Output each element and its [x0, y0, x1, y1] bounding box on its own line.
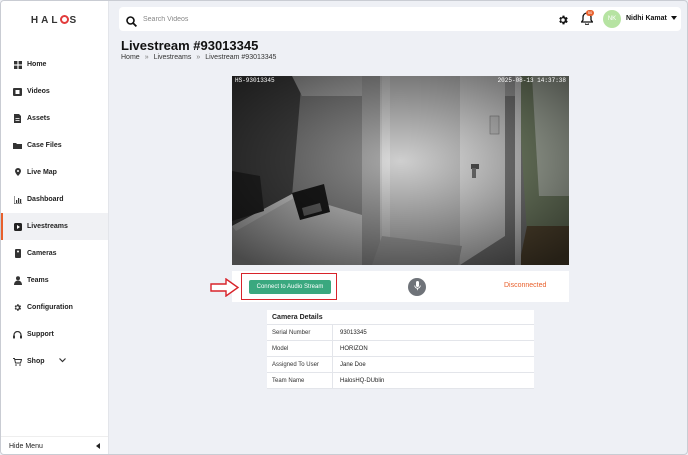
- livestream-video[interactable]: HS-93013345 2025-08-13 14:37:38: [232, 76, 569, 265]
- sidebar-item-label: Videos: [27, 88, 50, 95]
- sidebar-item-shop[interactable]: Shop: [1, 348, 108, 375]
- sidebar-item-configuration[interactable]: Configuration: [1, 294, 108, 321]
- camera-feed-image: [232, 76, 569, 265]
- sidebar-item-dashboard[interactable]: Dashboard: [1, 186, 108, 213]
- hide-menu-button[interactable]: Hide Menu: [1, 436, 108, 454]
- sidebar-item-label: Support: [27, 331, 54, 338]
- detail-key: Model: [267, 341, 333, 356]
- location-icon: [13, 168, 22, 177]
- sidebar-item-label: Configuration: [27, 304, 73, 311]
- notification-count-badge: 50: [586, 10, 594, 16]
- detail-value: Jane Doe: [340, 361, 366, 368]
- sidebar-item-label: Dashboard: [27, 196, 64, 203]
- sidebar-item-videos[interactable]: Videos: [1, 78, 108, 105]
- sidebar-item-live-map[interactable]: Live Map: [1, 159, 108, 186]
- sidebar-item-label: Shop: [27, 358, 45, 365]
- sidebar-item-support[interactable]: Support: [1, 321, 108, 348]
- user-name[interactable]: Nidhi Kamat: [626, 15, 667, 22]
- person-icon: [13, 276, 22, 285]
- connection-status: Disconnected: [504, 282, 547, 289]
- camera-icon: [13, 249, 22, 258]
- detail-key: Serial Number: [267, 325, 333, 340]
- sidebar-item-label: Live Map: [27, 169, 57, 176]
- highlight-box: [241, 273, 337, 300]
- annotation-arrow-icon: [210, 277, 240, 298]
- table-row: Team Name HalosHQ-DUblin: [267, 373, 534, 389]
- chevron-down-icon[interactable]: [58, 358, 66, 365]
- document-icon: [13, 114, 22, 123]
- breadcrumb-separator: »: [196, 54, 201, 61]
- app-window: HAL S Home Videos Assets Case Files Live …: [0, 0, 688, 455]
- sidebar-item-label: Case Files: [27, 142, 62, 149]
- breadcrumb-separator: »: [144, 54, 149, 61]
- sidebar-item-cameras[interactable]: Cameras: [1, 240, 108, 267]
- detail-key: Team Name: [267, 373, 333, 388]
- settings-gear-icon[interactable]: [557, 13, 569, 25]
- sidebar-item-label: Cameras: [27, 250, 57, 257]
- detail-value: 93013345: [340, 329, 367, 336]
- sidebar-item-label: Livestreams: [27, 223, 68, 230]
- avatar[interactable]: NK: [603, 10, 621, 28]
- camera-details-heading: Camera Details: [267, 310, 534, 325]
- play-icon: [13, 222, 22, 231]
- table-row: Model HORIZON: [267, 341, 534, 357]
- camera-id-overlay: HS-93013345: [235, 77, 275, 84]
- top-bar: 50 NK Nidhi Kamat: [119, 7, 681, 31]
- gear-icon: [13, 303, 22, 312]
- timestamp-overlay: 2025-08-13 14:37:38: [497, 77, 566, 84]
- user-menu-caret-icon[interactable]: [671, 15, 677, 22]
- sidebar-item-case-files[interactable]: Case Files: [1, 132, 108, 159]
- breadcrumb-current: Livestream #93013345: [205, 54, 277, 61]
- sidebar: HAL S Home Videos Assets Case Files Live …: [1, 1, 109, 454]
- headset-icon: [13, 330, 22, 339]
- caret-left-icon: [96, 442, 100, 451]
- search-input[interactable]: [143, 15, 483, 23]
- detail-value: HORIZON: [340, 345, 368, 352]
- sidebar-item-livestreams[interactable]: Livestreams: [1, 213, 108, 240]
- hide-menu-label: Hide Menu: [9, 443, 43, 450]
- search-icon[interactable]: [126, 14, 138, 27]
- sidebar-item-teams[interactable]: Teams: [1, 267, 108, 294]
- sidebar-nav: Home Videos Assets Case Files Live Map D…: [1, 51, 108, 375]
- camera-details-card: Camera Details Serial Number 93013345 Mo…: [267, 310, 534, 389]
- sidebar-item-home[interactable]: Home: [1, 51, 108, 78]
- table-row: Serial Number 93013345: [267, 325, 534, 341]
- sidebar-item-label: Home: [27, 61, 47, 68]
- table-row: Assigned To User Jane Doe: [267, 357, 534, 373]
- sidebar-item-assets[interactable]: Assets: [1, 105, 108, 132]
- cart-icon: [13, 357, 22, 366]
- sidebar-item-label: Assets: [27, 115, 50, 122]
- detail-value: HalosHQ-DUblin: [340, 377, 385, 384]
- breadcrumb-livestreams[interactable]: Livestreams: [154, 54, 192, 61]
- halos-logo[interactable]: HAL S: [23, 15, 87, 39]
- microphone-button[interactable]: [408, 278, 426, 296]
- breadcrumb: Home » Livestreams » Livestream #9301334…: [121, 54, 276, 61]
- microphone-icon: [413, 278, 421, 296]
- page-title: Livestream #93013345: [121, 38, 259, 53]
- folder-icon: [13, 141, 22, 150]
- breadcrumb-home[interactable]: Home: [121, 54, 140, 61]
- bar-chart-icon: [13, 195, 22, 204]
- detail-key: Assigned To User: [267, 357, 333, 372]
- sidebar-item-label: Teams: [27, 277, 49, 284]
- grid-icon: [13, 60, 22, 69]
- film-icon: [13, 87, 22, 96]
